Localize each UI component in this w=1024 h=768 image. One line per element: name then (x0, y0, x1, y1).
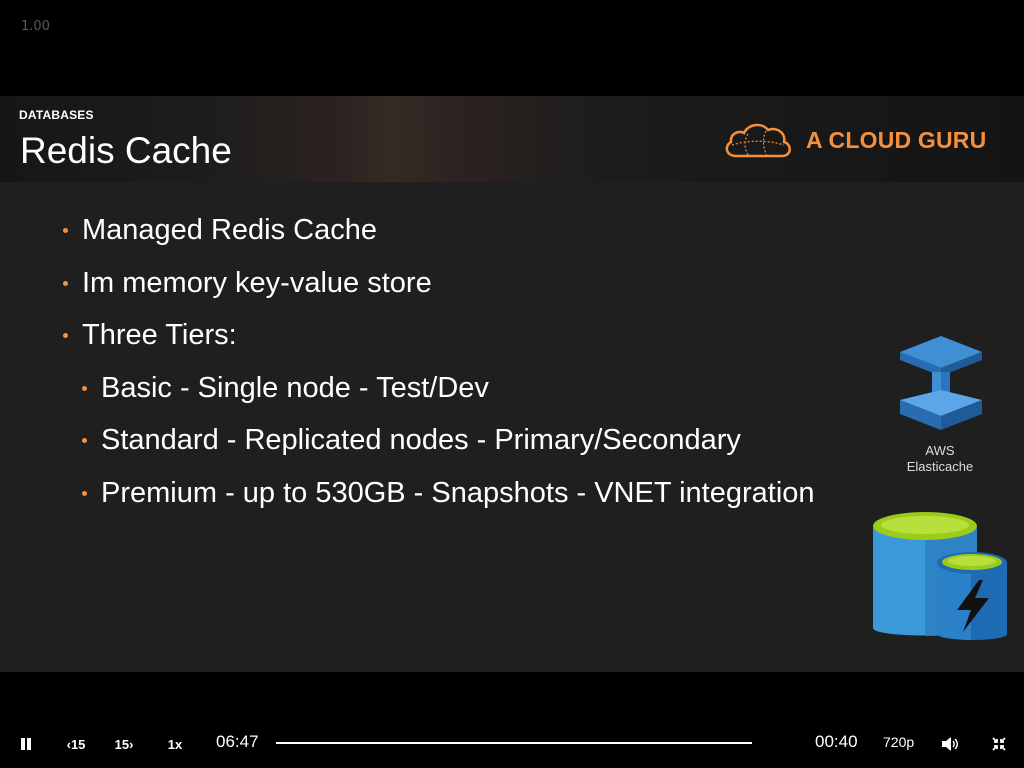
forward-label: 15 (114, 736, 130, 752)
forward-15-button[interactable]: 15 › (110, 722, 138, 766)
sub-bullet-item: Standard - Replicated nodes - Primary/Se… (82, 424, 741, 457)
player-controls: ‹ 15 15 › 1x 06:47 00:40 720p (0, 722, 1024, 766)
pause-icon (21, 738, 31, 750)
bullet-dot (82, 491, 87, 496)
volume-button[interactable] (938, 722, 962, 766)
bullet-text: Managed Redis Cache (82, 214, 378, 246)
time-remaining: 06:47 (216, 732, 259, 751)
bullet-dot (63, 281, 68, 286)
exit-fullscreen-button[interactable] (987, 722, 1011, 766)
rewind-label: 15 (70, 736, 86, 752)
volume-icon (942, 737, 958, 751)
quality-selector[interactable]: 720p (883, 734, 914, 750)
bullet-dot (82, 386, 87, 391)
exit-fullscreen-icon (992, 737, 1006, 751)
bullet-text: Premium - up to 530GB - Snapshots - VNET… (101, 477, 815, 509)
time-elapsed: 00:40 (815, 732, 858, 751)
aws-logo-label: AWS Elasticache (880, 443, 1000, 475)
bullet-dot (63, 333, 68, 338)
azure-redis-cache-icon (873, 512, 1007, 640)
speed-label: 1x (167, 736, 183, 752)
bullet-dot (63, 228, 68, 233)
playback-speed-button[interactable]: 1x (162, 722, 188, 766)
bullet-dot (82, 438, 87, 443)
bullet-text: Im memory key-value store (82, 267, 432, 299)
pause-button[interactable] (14, 722, 38, 766)
rewind-15-button[interactable]: ‹ 15 (62, 722, 90, 766)
bullet-item: Managed Redis Cache (63, 214, 377, 247)
forward-icon: › (129, 736, 134, 752)
bullet-item: Three Tiers: (63, 319, 237, 352)
aws-elasticache-icon (900, 336, 982, 430)
aws-label-line: Elasticache (906, 459, 974, 474)
aws-label-line: AWS (925, 443, 955, 458)
sub-bullet-item: Basic - Single node - Test/Dev (82, 372, 489, 405)
sub-bullet-item: Premium - up to 530GB - Snapshots - VNET… (82, 477, 815, 510)
bullet-text: Three Tiers: (82, 319, 237, 351)
bullet-text: Standard - Replicated nodes - Primary/Se… (101, 424, 741, 456)
video-frame[interactable]: DATABASES Redis Cache A CLOUD GURU Manag… (0, 96, 1024, 672)
bullet-text: Basic - Single node - Test/Dev (101, 372, 489, 404)
bullet-item: Im memory key-value store (63, 267, 432, 300)
playback-rate-overlay: 1.00 (21, 19, 50, 34)
progress-bar[interactable] (276, 742, 752, 744)
